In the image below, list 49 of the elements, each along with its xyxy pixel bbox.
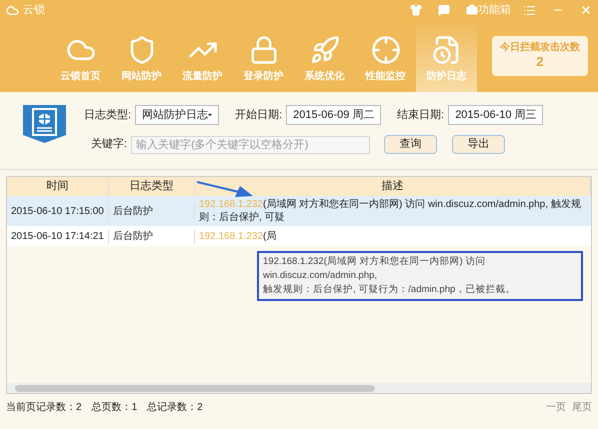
log-badge-icon bbox=[23, 105, 66, 143]
tooltip-text: 192.168.1.232(局域网 对方和您在同一内部网) 访问 win.discuz.com/admin.php, bbox=[263, 255, 486, 283]
pointer-arrow bbox=[197, 181, 253, 197]
nav-tab[interactable]: 系统优化 bbox=[294, 20, 355, 92]
description-cell-text: 192.168.1.232(局 bbox=[198, 230, 278, 242]
nav-tab[interactable]: 性能监控 bbox=[355, 20, 416, 92]
log-type-dropdown[interactable]: 网站防护日志 bbox=[135, 105, 220, 125]
caret-icon bbox=[208, 113, 212, 117]
counter-value: 2 bbox=[536, 54, 544, 70]
table-row[interactable]: 2015-06-10 17:15:00 后台防护 192.168.1.232(局域网 对方和您在同一内部网) 访问 win.discuz.com/admin.php, 触发规则：后台保护, 可疑 bbox=[7, 196, 591, 226]
app-logo-icon bbox=[6, 4, 19, 16]
pager-link[interactable]: 尾页 bbox=[572, 400, 592, 414]
keyword-field[interactable]: 输入关键字(多个关键字以空格分开) bbox=[131, 136, 370, 154]
description-cell-text: 192.168.1.232(局域网 对方和您在同一内部网) 访问 win.discuz.com/admin.php, 触发规则：后台保护, 可疑 bbox=[198, 198, 582, 224]
status-text: 总页数：1 bbox=[92, 400, 138, 414]
close-icon[interactable] bbox=[580, 4, 592, 16]
start-date-picker[interactable]: 2015-06-09 周二 bbox=[286, 105, 382, 125]
briefcase-icon[interactable] bbox=[466, 4, 478, 16]
window-title: 云锁 bbox=[23, 2, 45, 18]
padlock-icon bbox=[248, 35, 278, 65]
time-cell: 2015-06-10 17:15:00 bbox=[7, 204, 109, 218]
tooltip-text: 触发规则：后台保护, 可疑行为：/admin.php，已被拦截。 bbox=[263, 283, 516, 297]
counter-label: 今日拦截攻击次数 bbox=[500, 42, 580, 54]
time-cell: 2015-06-10 17:14:21 bbox=[7, 228, 109, 244]
status-text: 总记录数：2 bbox=[147, 400, 203, 414]
rocket-icon bbox=[310, 35, 340, 65]
table-row[interactable]: 2015-06-10 17:14:21 后台防护 192.168.1.232(局 bbox=[7, 226, 591, 246]
nav-tab[interactable]: 网站防护 bbox=[111, 20, 172, 92]
keyword-label: 关键字: bbox=[91, 136, 128, 152]
status-text: 当前页记录数：2 bbox=[6, 400, 82, 414]
pager-link[interactable]: 一页 bbox=[546, 400, 566, 414]
toolbox-button[interactable]: 功能箱 bbox=[478, 2, 511, 18]
shirt-icon[interactable] bbox=[410, 4, 422, 16]
query-button[interactable]: 查询 bbox=[384, 135, 438, 154]
menu-icon[interactable] bbox=[523, 4, 536, 16]
type-cell: 后台防护 bbox=[109, 204, 195, 218]
type-cell: 后台防护 bbox=[109, 228, 195, 244]
export-button[interactable]: 导出 bbox=[452, 135, 506, 154]
end-date-label: 结束日期: bbox=[397, 108, 444, 123]
nav-tab[interactable]: 登录防护 bbox=[233, 20, 294, 92]
horizontal-scrollbar[interactable] bbox=[7, 383, 591, 393]
target-icon bbox=[370, 35, 400, 65]
nav-tab[interactable]: 流量防护 bbox=[172, 20, 233, 92]
log-icon bbox=[432, 35, 462, 65]
chat-icon[interactable] bbox=[438, 4, 450, 16]
nav-tab[interactable]: 云锁首页 bbox=[50, 20, 111, 92]
log-type-label: 日志类型: bbox=[84, 108, 132, 123]
end-date-picker[interactable]: 2015-06-10 周三 bbox=[448, 105, 544, 125]
start-date-label: 开始日期: bbox=[235, 108, 282, 123]
